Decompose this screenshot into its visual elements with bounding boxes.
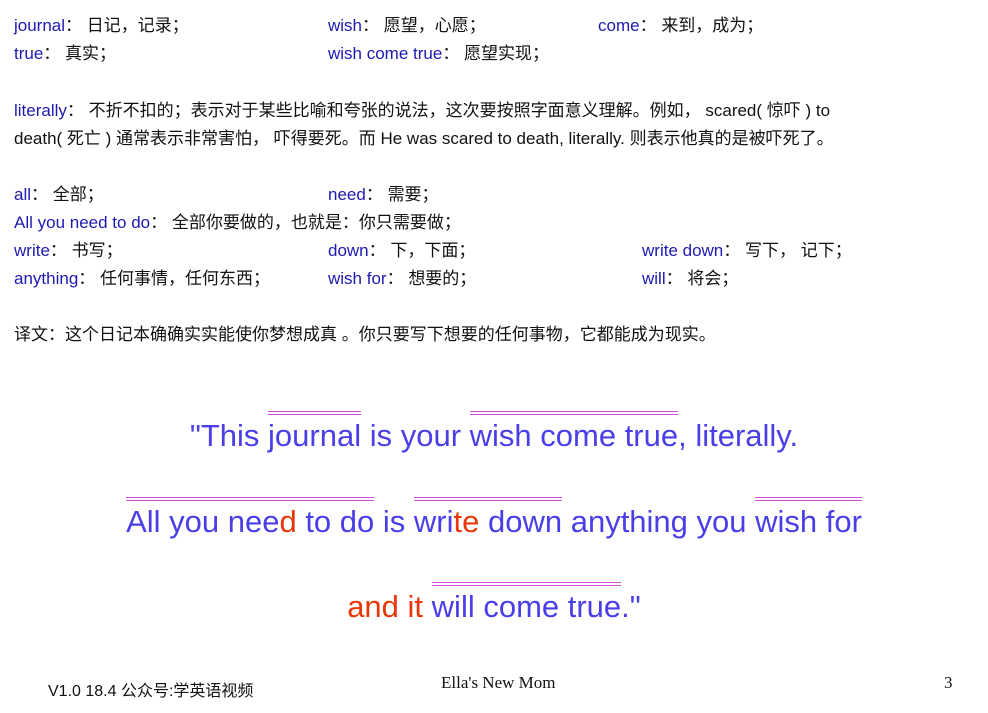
vocab-wish-for: wish for： 想要的； (328, 269, 477, 288)
term: all (14, 185, 32, 204)
term: literally (14, 101, 67, 120)
term: true (14, 44, 44, 63)
quote-line-1: "This journal is your wish come true, li… (0, 411, 988, 456)
gloss: 需要； (387, 185, 439, 204)
vocab-need: need： 需要； (328, 185, 439, 204)
gloss: 下，下面； (390, 241, 476, 260)
vocab-literally: literally： 不折不扣的；表示对于某些比喻和夸张的说法，这次要按照字面意… (14, 97, 944, 153)
term: anything (14, 269, 79, 288)
quote-line-3: and it will come true." (0, 582, 988, 627)
underlined-journal: journal (268, 411, 362, 456)
footer-title: Ella's New Mom (441, 673, 556, 692)
term: wish (328, 16, 363, 35)
gloss-line-1: 不折不扣的；表示对于某些比喻和夸张的说法，这次要按照字面意义理解。例如， sca… (88, 101, 831, 120)
term: will (642, 269, 666, 288)
vocab-write: write： 书写； (14, 241, 123, 260)
gloss: 日记，记录； (86, 16, 189, 35)
highlight-it: it (407, 589, 424, 624)
term: write down (642, 241, 724, 260)
gloss: 写下， 记下； (745, 241, 852, 260)
gloss: 想要的； (408, 269, 477, 288)
vocab-all: all： 全部； (14, 185, 104, 204)
term: journal (14, 16, 66, 35)
vocab-will: will： 将会； (642, 269, 739, 288)
gloss: 书写； (71, 241, 123, 260)
vocab-anything: anything： 任何事情，任何东西； (14, 269, 271, 288)
term: wish for (328, 269, 387, 288)
underlined-wish-come-true: wish come true (469, 411, 679, 456)
gloss: 愿望实现； (464, 44, 550, 63)
vocab-write-down: write down： 写下， 记下； (642, 241, 852, 260)
quote-line-2: All you need to do is write down anythin… (0, 497, 988, 542)
gloss: 全部； (52, 185, 104, 204)
gloss: 真实； (65, 44, 117, 63)
gloss: 来到，成为； (661, 16, 764, 35)
page-number: 3 (944, 673, 953, 692)
vocab-wish: wish： 愿望，心愿； (328, 16, 486, 35)
gloss-line-2: death( 死亡 ) 通常表示非常害怕， 吓得要死。而 He was scar… (14, 129, 834, 148)
vocab-wish-come-true: wish come true： 愿望实现； (328, 44, 550, 63)
term: need (328, 185, 366, 204)
term: write (14, 241, 50, 260)
gloss: 愿望，心愿； (383, 16, 486, 35)
highlight-d: d (279, 504, 297, 539)
vocab-all-you-need-to-do: All you need to do： 全部你要做的，也就是：你只需要做； (14, 213, 461, 232)
vocab-journal: journal： 日记，记录； (14, 16, 189, 35)
term: All you need to do (14, 213, 151, 232)
term: come (598, 16, 640, 35)
underlined-will-come-true: will come true (431, 582, 621, 627)
underlined-write-down: write down (413, 497, 563, 542)
term: wish come true (328, 44, 443, 63)
gloss: 任何事情，任何东西； (100, 269, 271, 288)
underlined-wish-for: wish for (755, 497, 862, 542)
term: down (328, 241, 369, 260)
vocab-true: true： 真实； (14, 44, 117, 63)
vocab-come: come： 来到，成为； (598, 16, 764, 35)
vocab-down: down： 下，下面； (328, 241, 476, 260)
highlight-and: and (347, 589, 399, 624)
translation: 译文：这个日记本确确实实能使你梦想成真 。你只要写下想要的任何事物，它都能成为现… (14, 325, 716, 344)
footer-version: V1.0 18.4 公众号:学英语视频 (48, 683, 254, 700)
gloss: 全部你要做的，也就是：你只需要做； (171, 213, 461, 232)
underlined-all-you-need-to-do: All you need to do (126, 497, 375, 542)
highlight-te: te (453, 504, 480, 539)
gloss: 将会； (687, 269, 739, 288)
